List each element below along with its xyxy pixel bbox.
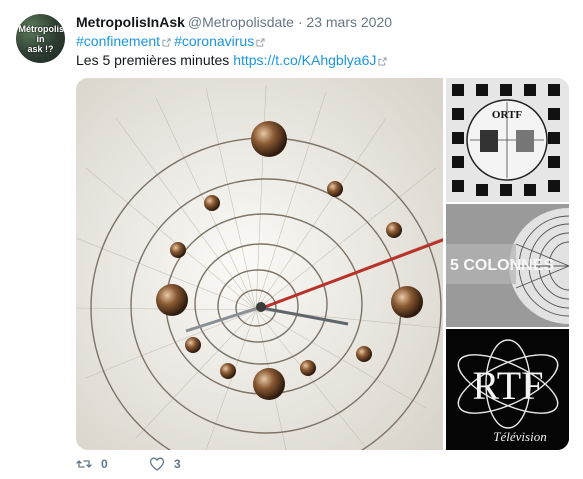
ortf-test-card-image[interactable]: ORTF xyxy=(446,78,569,202)
display-name[interactable]: MetropolisInAsk xyxy=(76,14,185,30)
rtf-logo-drawing: RTF Télévision xyxy=(446,329,569,450)
heart-icon xyxy=(149,457,165,471)
avatar-text: Métropolis in ask !? xyxy=(18,23,65,54)
tweet-actions: 0 3 xyxy=(76,456,219,476)
test-card-drawing: ORTF xyxy=(446,78,569,202)
like-button[interactable]: 3 xyxy=(149,456,181,472)
header-separator: · xyxy=(297,14,303,30)
hashtag-coronavirus[interactable]: #coronavirus xyxy=(174,33,254,49)
retweet-count: 0 xyxy=(101,457,108,471)
tweet-header: MetropolisInAsk @Metropolisdate · 23 mars… xyxy=(76,13,392,31)
user-handle[interactable]: @Metropolisdate xyxy=(188,14,294,30)
retweet-button[interactable]: 0 xyxy=(76,456,108,472)
external-link-icon xyxy=(378,57,387,66)
spiral-clock-image[interactable] xyxy=(76,78,449,450)
rtf-television-image[interactable]: RTF Télévision xyxy=(446,329,569,450)
external-link-icon xyxy=(162,38,171,47)
hashtag-confinement[interactable]: #confinement xyxy=(76,33,160,49)
test-card-label: ORTF xyxy=(492,109,522,121)
external-link-icon xyxy=(256,38,265,47)
spiral-clock-drawing xyxy=(76,78,449,450)
cinq-colonnes-drawing: 5 COLONNES xyxy=(446,204,569,327)
hashtag-line: #confinement #coronavirus xyxy=(76,32,268,50)
retweet-icon xyxy=(76,460,92,468)
cinq-colonnes-image[interactable]: 5 COLONNES xyxy=(446,204,569,327)
tweet-text-line: Les 5 premières minutes https://t.co/KAh… xyxy=(76,51,390,69)
avatar[interactable]: Métropolis in ask !? xyxy=(16,14,65,63)
media-grid: ORTF 5 COLONNES RTF Télévision xyxy=(76,78,569,450)
cinq-colonnes-label: 5 COLONNES xyxy=(450,257,554,274)
rtf-caption: Télévision xyxy=(493,429,546,444)
rtf-logo-text: RTF xyxy=(473,363,544,408)
tweet-text: Les 5 premières minutes xyxy=(76,52,230,68)
like-count: 3 xyxy=(174,457,181,471)
tweet-date[interactable]: 23 mars 2020 xyxy=(306,14,392,30)
tweet-link[interactable]: https://t.co/KAhgblya6J xyxy=(233,52,376,68)
